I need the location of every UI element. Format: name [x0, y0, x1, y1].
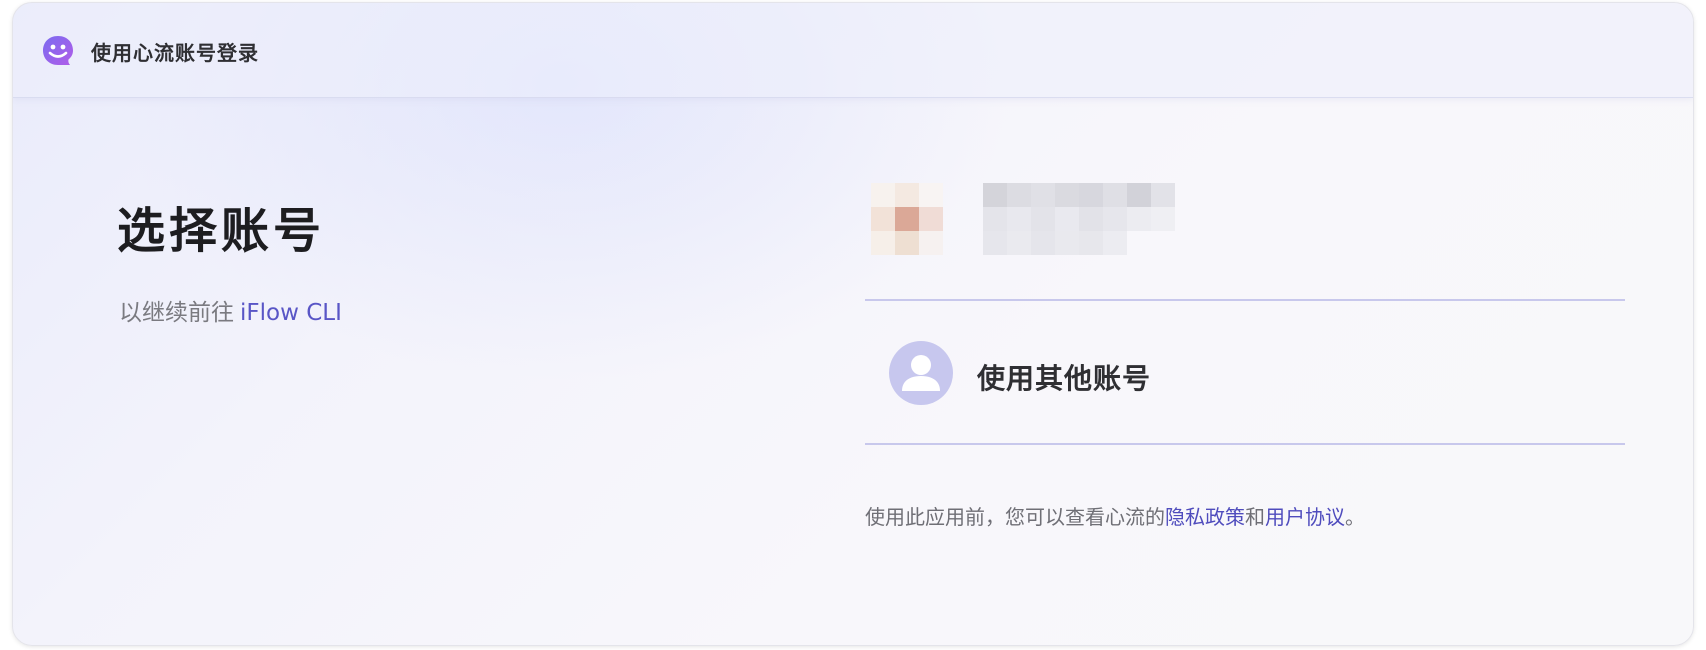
policy-suffix: 。: [1345, 505, 1365, 529]
user-agreement-link[interactable]: 用户协议: [1265, 505, 1345, 529]
page-title: 选择账号: [117, 203, 326, 259]
window-header: 使用心流账号登录: [13, 3, 1693, 98]
policy-prefix: 使用此应用前，您可以查看心流的: [865, 505, 1165, 529]
header-title: 使用心流账号登录: [91, 41, 259, 65]
iflow-logo-icon: [43, 36, 73, 65]
policy-notice: 使用此应用前，您可以查看心流的隐私政策和用户协议。: [865, 501, 1365, 530]
page-subtitle: 以继续前往 iFlow CLI: [119, 293, 342, 327]
app-name: iFlow CLI: [240, 300, 342, 326]
divider-bottom: [865, 443, 1625, 445]
redacted-avatar: [871, 183, 943, 255]
login-window: 使用心流账号登录 选择账号 以继续前往 iFlow CLI 使用其他账号 使用此应…: [12, 2, 1694, 646]
other-account-label: 使用其他账号: [977, 362, 1152, 395]
subtitle-prefix: 以继续前往: [119, 300, 234, 326]
policy-connector: 和: [1245, 505, 1265, 529]
redacted-account-info: [983, 183, 1175, 255]
privacy-policy-link[interactable]: 隐私政策: [1165, 505, 1245, 529]
account-option-existing[interactable]: [871, 179, 1631, 269]
user-icon: [889, 341, 953, 405]
account-option-other[interactable]: 使用其他账号: [865, 301, 1625, 443]
